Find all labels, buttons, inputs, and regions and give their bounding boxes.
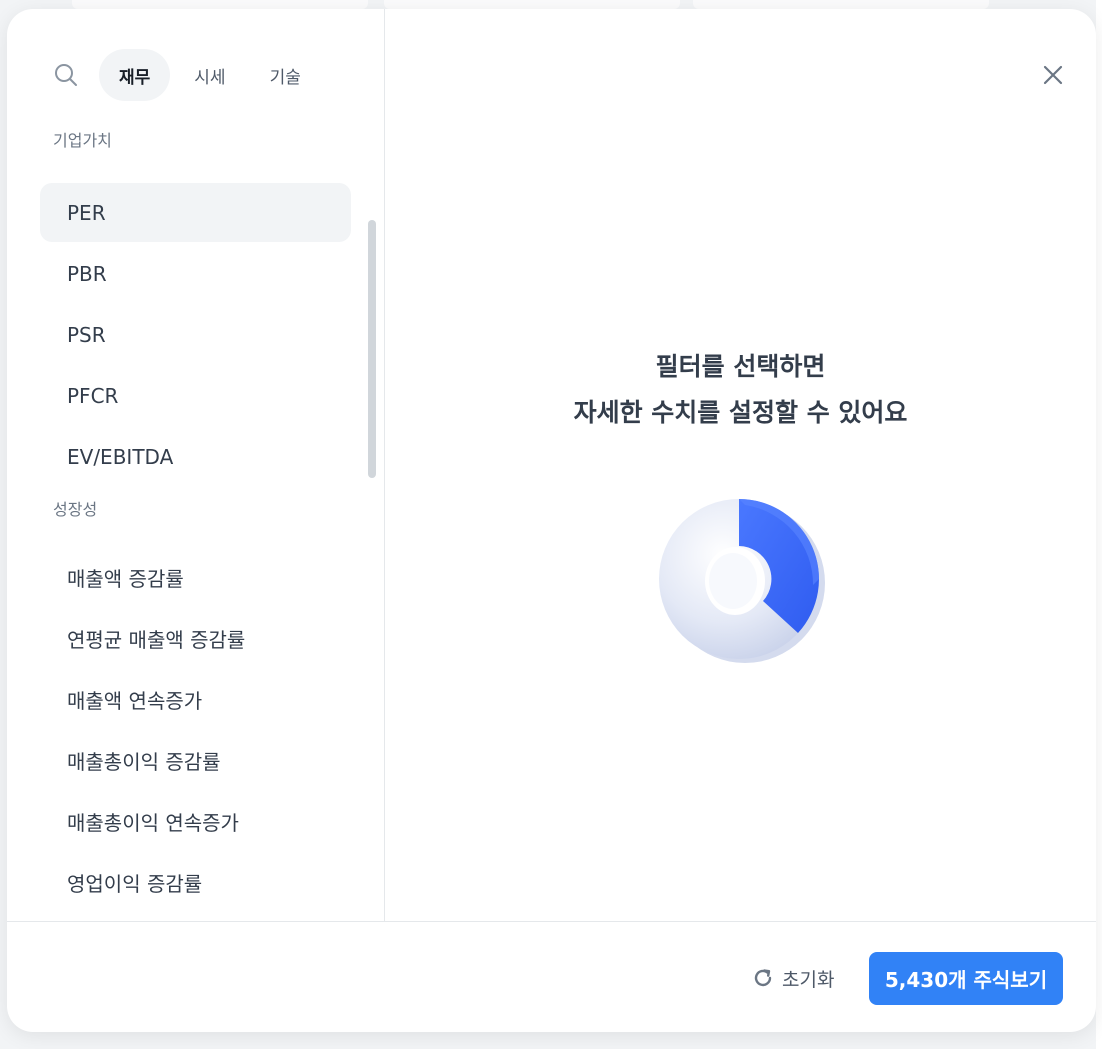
filter-item-gross-profit-growth[interactable]: 매출총이익 증감률 <box>40 731 351 790</box>
tab-finance[interactable]: 재무 <box>99 49 171 101</box>
view-stocks-button[interactable]: 5,430개 주식보기 <box>869 952 1063 1005</box>
filter-item-revenue-consecutive[interactable]: 매출액 연속증가 <box>40 670 351 729</box>
filter-sidebar: 재무 시세 기술 기업가치 PER PBR PSR PFCR EV/EBITDA… <box>7 9 385 921</box>
filter-item-gross-profit-consecutive[interactable]: 매출총이익 연속증가 <box>40 792 351 851</box>
filter-item-per[interactable]: PER <box>40 183 351 242</box>
empty-state-line1: 필터를 선택하면 <box>655 352 826 381</box>
background-card <box>72 0 368 9</box>
donut-illustration-icon <box>659 499 825 663</box>
group-title-growth: 성장성 <box>53 500 98 519</box>
filter-item-operating-profit-growth[interactable]: 영업이익 증감률 <box>40 853 351 912</box>
filter-item-revenue-cagr[interactable]: 연평균 매출액 증감률 <box>40 609 351 668</box>
filter-item-psr[interactable]: PSR <box>40 305 351 364</box>
tab-price[interactable]: 시세 <box>174 49 245 101</box>
filter-item-pbr[interactable]: PBR <box>40 244 351 303</box>
reset-button[interactable]: 초기화 <box>751 963 834 993</box>
filter-item-ev-ebitda[interactable]: EV/EBITDA <box>40 427 351 486</box>
filter-item-pfcr[interactable]: PFCR <box>40 366 351 425</box>
modal-footer: 초기화 5,430개 주식보기 <box>7 921 1096 1032</box>
filter-modal: 재무 시세 기술 기업가치 PER PBR PSR PFCR EV/EBITDA… <box>7 9 1096 1032</box>
tab-technical[interactable]: 기술 <box>250 49 321 101</box>
reset-label: 초기화 <box>782 968 835 991</box>
empty-state-message: 필터를 선택하면 자세한 수치를 설정할 수 있어요 <box>385 344 1096 436</box>
background-card <box>693 0 989 9</box>
group-title-valuation: 기업가치 <box>53 131 112 150</box>
empty-state-line2: 자세한 수치를 설정할 수 있어요 <box>573 398 908 427</box>
close-icon[interactable] <box>1037 59 1069 91</box>
filter-list: 기업가치 PER PBR PSR PFCR EV/EBITDA 성장성 매출액 … <box>7 119 384 914</box>
sidebar-scrollbar[interactable] <box>368 220 376 478</box>
refresh-icon <box>751 966 775 990</box>
background-strip <box>1096 0 1102 1049</box>
filter-detail-panel: 필터를 선택하면 자세한 수치를 설정할 수 있어요 <box>385 9 1096 921</box>
background-card <box>384 0 680 9</box>
filter-item-revenue-growth[interactable]: 매출액 증감률 <box>40 548 351 607</box>
search-icon[interactable] <box>51 60 81 90</box>
category-tabs: 재무 시세 기술 <box>49 49 325 101</box>
